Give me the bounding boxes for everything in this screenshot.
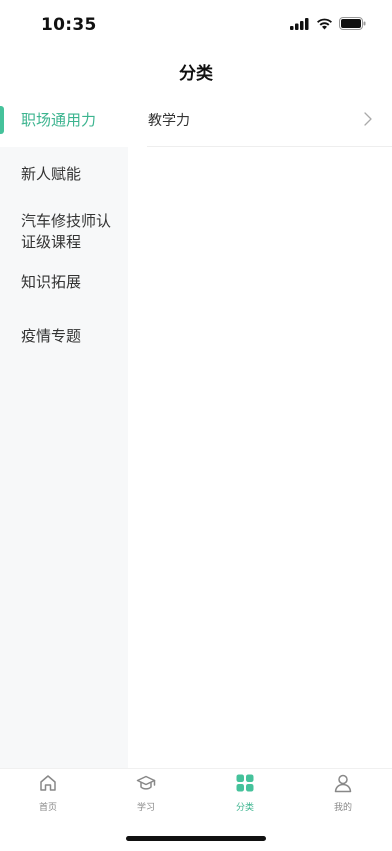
status-icons — [290, 17, 366, 30]
status-time: 10:35 — [41, 15, 97, 35]
sidebar-item-newcomer-enablement[interactable]: 新人赋能 — [0, 147, 128, 201]
sidebar-item-label: 新人赋能 — [21, 165, 82, 183]
nav-bar: 分类 — [0, 50, 392, 90]
tab-home[interactable]: 首页 — [18, 773, 78, 819]
chevron-right-icon — [364, 112, 372, 126]
category-sidebar: 职场通用力 新人赋能 汽车修技师认证级课程 知识拓展 疫情专题 — [0, 93, 128, 768]
list-item-label: 教学力 — [148, 113, 190, 129]
sidebar-item-workplace-skills[interactable]: 职场通用力 — [0, 93, 128, 147]
grid-icon — [236, 774, 254, 792]
page-title: 分类 — [179, 64, 213, 84]
tab-category[interactable]: 分类 — [215, 773, 275, 819]
tab-label: 分类 — [235, 803, 254, 813]
tab-study[interactable]: 学习 — [116, 773, 176, 819]
sidebar-item-label: 知识拓展 — [21, 273, 82, 291]
cellular-signal-icon — [290, 17, 309, 30]
tab-label: 学习 — [136, 803, 155, 813]
user-icon — [334, 774, 352, 793]
graduation-cap-icon — [136, 775, 156, 790]
sidebar-item-epidemic-topic[interactable]: 疫情专题 — [0, 309, 128, 363]
sidebar-item-label: 疫情专题 — [21, 327, 82, 345]
tab-profile[interactable]: 我的 — [313, 773, 373, 819]
battery-icon — [339, 17, 366, 30]
status-bar: 10:35 — [0, 0, 392, 50]
list-item[interactable]: 教学力 — [147, 93, 392, 147]
sidebar-item-label: 汽车修技师认证级课程 — [21, 212, 112, 251]
wifi-icon — [317, 18, 332, 29]
home-icon — [40, 775, 56, 791]
sidebar-item-knowledge-expansion[interactable]: 知识拓展 — [0, 255, 128, 309]
sidebar-item-auto-technician-courses[interactable]: 汽车修技师认证级课程 — [0, 201, 128, 255]
sidebar-item-label: 职场通用力 — [21, 111, 97, 129]
tab-label: 我的 — [333, 803, 352, 813]
home-indicator[interactable] — [126, 836, 266, 841]
active-indicator — [0, 106, 4, 134]
tab-label: 首页 — [38, 803, 57, 813]
subcategory-list: 教学力 — [128, 93, 392, 768]
